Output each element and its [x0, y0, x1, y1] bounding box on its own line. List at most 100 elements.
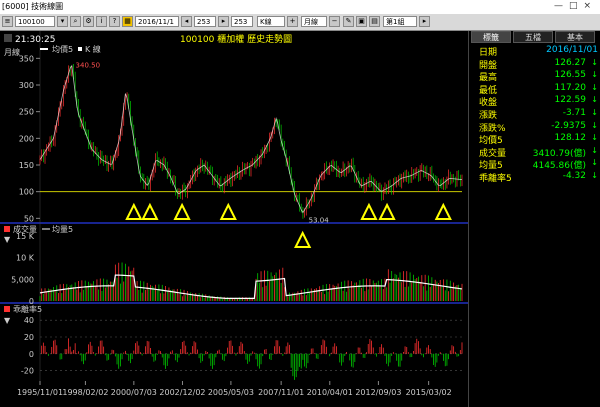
menu-icon[interactable]: ≡	[2, 16, 13, 27]
date-input[interactable]: 2016/11/1	[135, 16, 179, 27]
x-axis-label: 2002/12/02	[159, 388, 205, 397]
toolbar: ≡ 100100 ▾ ⌕ ⚙ i ? ▦ 2016/11/1 ◂ 253 ▸ 2…	[0, 14, 600, 31]
x-axis-label: 1995/11/01	[17, 388, 63, 397]
info-label: 收盤	[479, 98, 498, 109]
info-row: 開盤 126.27 ↓	[469, 58, 600, 71]
down-arrow-icon: ↓	[591, 57, 598, 67]
x-axis-label: 2012/09/03	[355, 388, 401, 397]
pencil-icon[interactable]: ✎	[343, 16, 354, 27]
symbol-input[interactable]: 100100	[15, 16, 55, 27]
x-axis-label: 2007/11/01	[258, 388, 304, 397]
legend-ma: 均價5	[52, 44, 73, 54]
window-title: [6000] 技術線圖	[2, 2, 64, 11]
info-row: 收盤 122.59 ↓	[469, 95, 600, 108]
dropdown-icon[interactable]: ▾	[57, 16, 68, 27]
k-legend-swatch	[78, 47, 82, 51]
tab-basic[interactable]: 基本	[555, 31, 595, 43]
legend-k: K 線	[85, 44, 101, 54]
info-value: 126.55	[554, 70, 587, 81]
chart-title: 100100 櫃加權 歷史走勢圖	[180, 33, 292, 45]
lock-icon[interactable]: ▣	[356, 16, 367, 27]
info-value: 122.59	[554, 95, 587, 106]
info-panel: 標籤 五檔 基本 日期 2016/11/01 開盤 126.27 ↓ 最高 126.55 ↓ 最…	[468, 31, 600, 407]
chart-type-select[interactable]: K線	[257, 16, 285, 27]
settings-icon[interactable]: ⚙	[83, 16, 94, 27]
bias-tick-label: 20	[24, 333, 34, 342]
info-row: 均價5 128.12 ↓	[469, 133, 600, 146]
group-select[interactable]: 第1組	[383, 16, 417, 27]
info-row: 漲跌 -3.71 ↓	[469, 108, 600, 121]
grid-icon[interactable]: ▤	[369, 16, 380, 27]
down-arrow-icon: ↓	[591, 82, 598, 92]
maximize-button[interactable]: □	[569, 1, 584, 11]
info-row: 日期 2016/11/01	[469, 45, 600, 58]
info-value: -3.71	[562, 108, 586, 118]
price-tick-label: 150	[19, 161, 34, 170]
zoom-out-icon[interactable]: −	[329, 16, 340, 27]
chart-area[interactable]: 35030025020015010050340.5053.0421:30:25月…	[0, 31, 468, 407]
info-label: 漲跌	[479, 111, 498, 121]
info-label: 日期	[479, 48, 498, 58]
info-label: 最低	[479, 85, 498, 96]
scale-toggle-icon: ▼	[4, 316, 11, 325]
info-icon[interactable]: i	[96, 16, 107, 27]
bias-title: 乖離率5	[13, 304, 42, 314]
down-arrow-icon: ↓	[591, 95, 598, 105]
x-axis-label: 2015/03/02	[406, 388, 452, 397]
zoom-in-icon[interactable]: +	[287, 16, 298, 27]
help-icon[interactable]: ?	[109, 16, 120, 27]
price-tick-label: 300	[19, 81, 34, 90]
ma-legend-swatch	[40, 48, 48, 50]
minimize-button[interactable]: —	[554, 1, 569, 11]
info-row: 乖離率5 -4.32 ↓	[469, 171, 600, 184]
arrow-icon[interactable]: ▸	[419, 16, 430, 27]
x-axis-label: 1998/02/02	[62, 388, 108, 397]
info-label: 均價5	[479, 136, 503, 147]
tab-tag[interactable]: 標籤	[471, 31, 511, 43]
down-arrow-icon: ↓	[591, 171, 598, 180]
price-tick-label: 50	[24, 214, 34, 223]
info-label: 均量5	[479, 161, 503, 172]
info-value: 3410.79(億)	[532, 148, 586, 159]
price-tick-label: 100	[19, 188, 34, 197]
calendar-icon[interactable]: ▦	[122, 16, 133, 27]
x-axis-label: 2005/05/03	[208, 388, 254, 397]
clock-icon	[4, 34, 12, 42]
info-row: 成交量 3410.79(億) ↓	[469, 146, 600, 159]
info-row: 均量5 4145.86(億) ↓	[469, 158, 600, 171]
signal-triangle	[360, 202, 378, 220]
count-b-input[interactable]: 253	[231, 16, 253, 27]
signal-triangle	[434, 202, 452, 220]
close-button[interactable]: ×	[583, 1, 597, 11]
step-forward-icon[interactable]: ▸	[218, 16, 229, 27]
down-arrow-icon: ↓	[591, 145, 598, 155]
info-label: 開盤	[479, 60, 498, 71]
signal-triangle	[125, 202, 143, 220]
window-controls[interactable]: —□×	[554, 1, 597, 11]
period-select[interactable]: 月線	[301, 16, 327, 27]
bias-tick-label: -20	[21, 367, 34, 376]
volume-tick-label: 5,000	[11, 275, 34, 284]
x-axis-label: 2010/04/01	[307, 388, 353, 397]
info-tabs: 標籤 五檔 基本	[469, 31, 600, 43]
info-value: -4.32	[562, 171, 586, 181]
ma5-line	[39, 64, 463, 214]
volume-ma-label: 均量5	[52, 224, 73, 234]
signal-triangle	[294, 230, 312, 248]
count-a-input[interactable]: 253	[194, 16, 216, 27]
bias-legend-swatch	[4, 306, 10, 312]
down-arrow-icon: ↓	[591, 120, 598, 130]
info-row: 最高 126.55 ↓	[469, 70, 600, 83]
signal-triangle	[141, 202, 159, 220]
down-arrow-icon: ↓	[591, 158, 598, 168]
time-label: 21:30:25	[15, 35, 55, 45]
search-icon[interactable]: ⌕	[70, 16, 81, 27]
signal-triangle	[219, 202, 237, 220]
tab-five-levels[interactable]: 五檔	[513, 31, 553, 43]
signal-triangle	[378, 202, 396, 220]
scale-toggle-icon: ▼	[4, 235, 11, 244]
step-back-icon[interactable]: ◂	[181, 16, 192, 27]
down-arrow-icon: ↓	[591, 133, 598, 143]
low-label: 53.04	[309, 217, 330, 225]
down-arrow-icon: ↓	[591, 108, 598, 117]
